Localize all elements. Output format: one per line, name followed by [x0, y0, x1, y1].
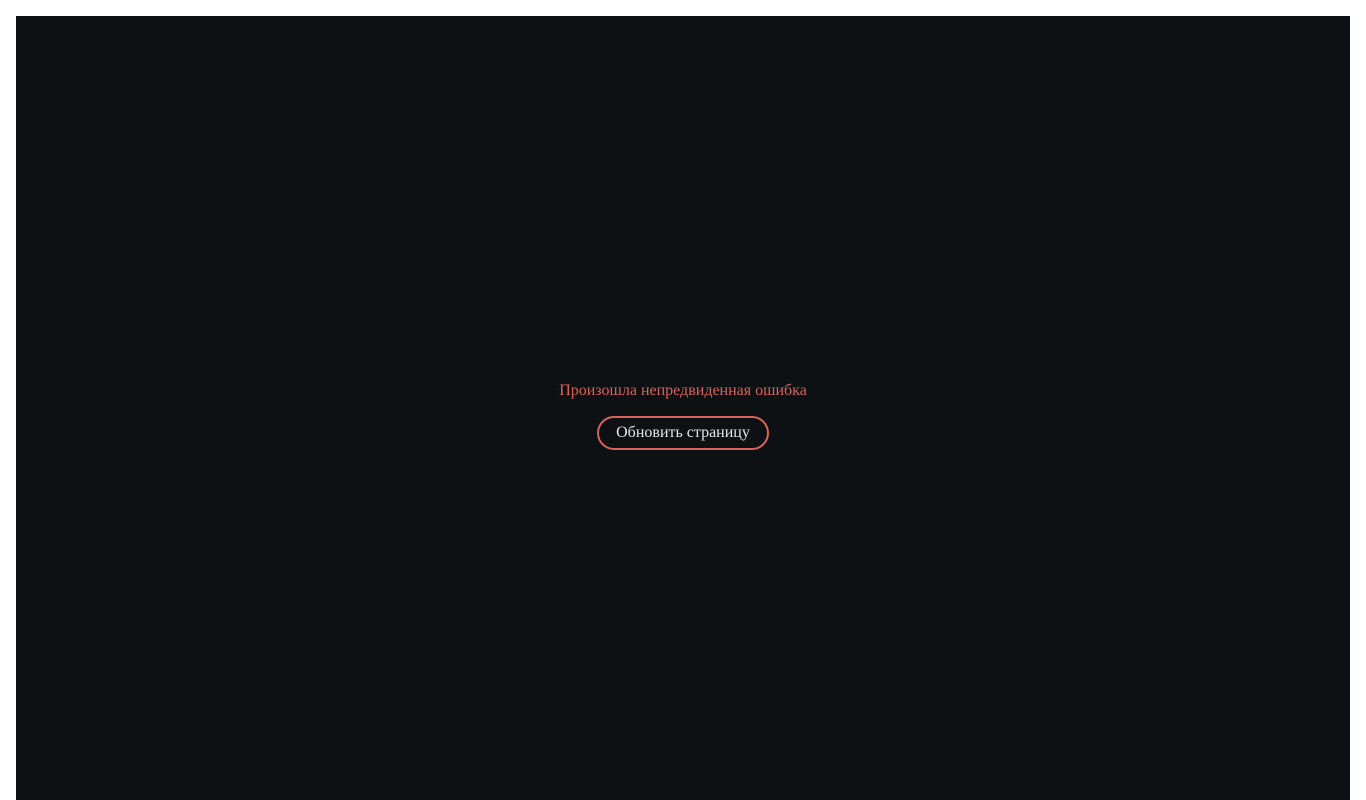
error-panel: Произошла непредвиденная ошибка Обновить…: [16, 381, 1350, 450]
reload-page-button[interactable]: Обновить страницу: [597, 416, 769, 450]
app-viewport: Произошла непредвиденная ошибка Обновить…: [16, 16, 1350, 800]
error-message: Произошла непредвиденная ошибка: [559, 382, 807, 399]
